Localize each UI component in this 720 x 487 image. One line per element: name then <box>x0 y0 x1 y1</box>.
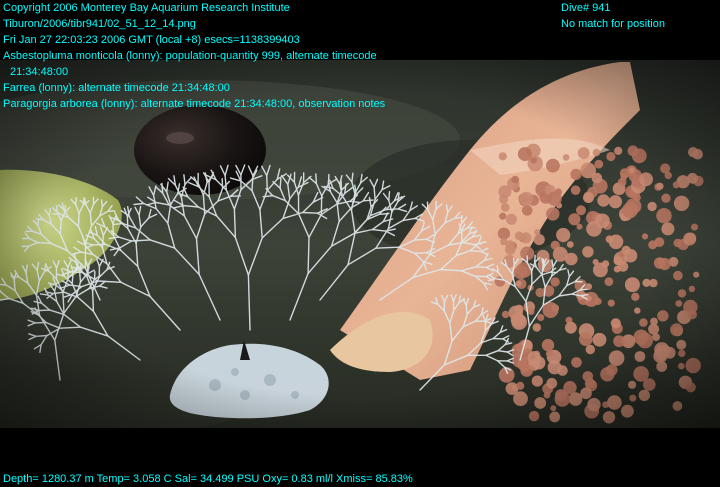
overlay-line-annotation-3: Paragorgia arborea (lonny): alternate ti… <box>3 96 385 112</box>
overlay-sensor-readout: Depth= 1280.37 m Temp= 3.058 C Sal= 34.4… <box>3 471 413 487</box>
overlay-line-filename: Tiburon/2006/tibr941/02_51_12_14.png <box>3 16 385 32</box>
overlay-line-annotation-1-cont: 21:34:48:00 <box>3 64 385 80</box>
overlay-line-annotation-1: Asbestopluma monticola (lonny): populati… <box>3 48 385 64</box>
overlay-right-text: Dive# 941 No match for position <box>561 0 665 32</box>
overlay-position-status: No match for position <box>561 16 665 32</box>
overlay-dive-number: Dive# 941 <box>561 0 665 16</box>
overlay-line-timestamp: Fri Jan 27 22:03:23 2006 GMT (local +8) … <box>3 32 385 48</box>
overlay-line-copyright: Copyright 2006 Monterey Bay Aquarium Res… <box>3 0 385 16</box>
overlay-line-annotation-2: Farrea (lonny): alternate timecode 21:34… <box>3 80 385 96</box>
overlay-left-text: Copyright 2006 Monterey Bay Aquarium Res… <box>3 0 385 112</box>
